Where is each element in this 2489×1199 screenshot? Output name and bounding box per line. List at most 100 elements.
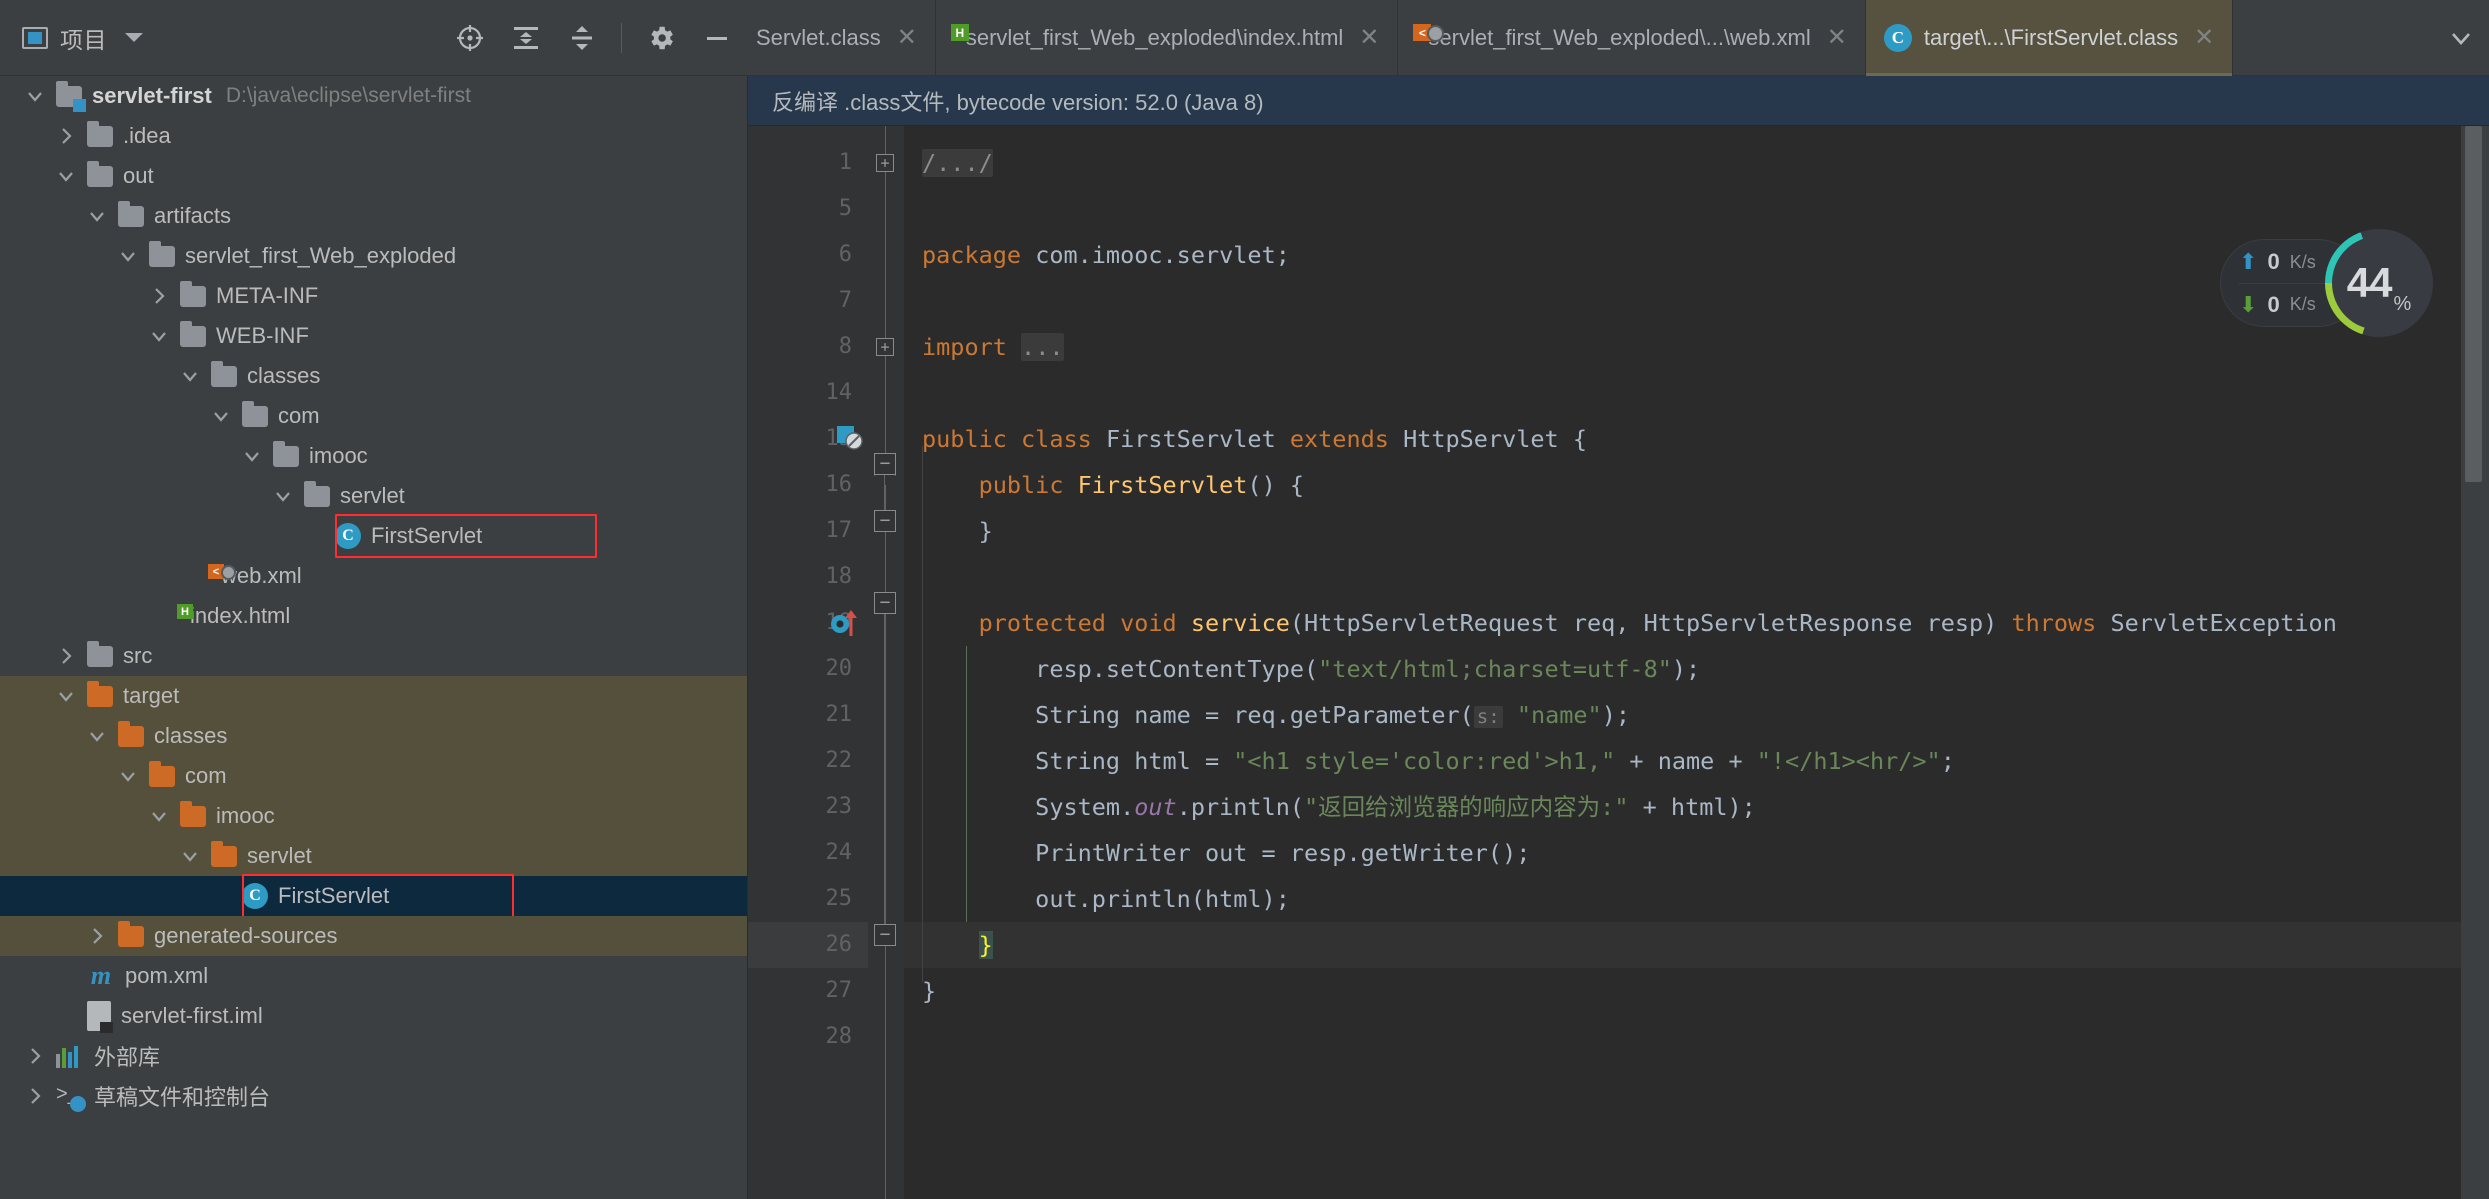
folded-imports[interactable]: ... [1021,333,1064,361]
scrollbar-thumb[interactable] [2465,126,2482,482]
chevron-down-icon[interactable] [115,245,141,267]
close-icon[interactable]: ✕ [1355,26,1383,50]
tree-node-外部库[interactable]: 外部库 [0,1036,747,1076]
chevron-right-icon[interactable] [53,645,79,667]
chevron-down-icon[interactable] [239,445,265,467]
tab-web-xml[interactable]: < servlet_first_Web_exploded\...\web.xml… [1398,0,1866,76]
line-number-gutter[interactable]: 15678141516171819202122232425262728 [748,126,868,1199]
project-title-group[interactable]: 项目 [0,21,143,55]
code-line-17[interactable]: } [904,508,993,554]
expand-all-icon[interactable] [509,21,543,55]
chevron-down-icon[interactable] [177,845,203,867]
line-number[interactable]: 8 [839,324,852,370]
code-line-21[interactable]: String name = req.getParameter(s: "name"… [904,692,1630,738]
code-line-19[interactable]: protected void service(HttpServletReques… [904,600,2337,646]
tab-index-html[interactable]: H servlet_first_Web_exploded\index.html … [936,0,1399,76]
code-folding-column[interactable]: + + − − − − [868,126,904,1199]
tree-node-generated-sources[interactable]: generated-sources [0,916,747,956]
chevron-down-icon[interactable] [208,405,234,427]
fold-collapse-icon[interactable]: − [874,510,896,532]
line-number[interactable]: 28 [826,1014,853,1060]
line-number[interactable]: 16 [826,462,853,508]
chevron-down-icon[interactable] [84,725,110,747]
tree-node-meta-inf[interactable]: META-INF [0,276,747,316]
chevron-right-icon[interactable] [84,925,110,947]
tree-node-servlet-first-iml[interactable]: servlet-first.iml [0,996,747,1036]
chevron-down-icon[interactable] [177,365,203,387]
settings-gear-icon[interactable] [644,21,678,55]
line-number[interactable]: 22 [826,738,853,784]
close-icon[interactable]: ✕ [2190,26,2218,50]
close-icon[interactable]: ✕ [1823,26,1851,50]
tree-node--idea[interactable]: .idea [0,116,747,156]
chevron-down-icon[interactable] [22,85,48,107]
line-number[interactable]: 21 [826,692,853,738]
tree-node-index-html[interactable]: Hindex.html [0,596,747,636]
tree-node-servlet-first[interactable]: servlet-first D:\java\eclipse\servlet-fir… [0,76,747,116]
chevron-down-icon[interactable] [146,805,172,827]
chevron-down-icon[interactable] [125,33,143,42]
line-number[interactable]: 5 [839,186,852,232]
tree-node-artifacts[interactable]: artifacts [0,196,747,236]
chevron-down-icon[interactable] [2433,0,2489,75]
tree-node-target[interactable]: target [0,676,747,716]
line-number[interactable]: 6 [839,232,852,278]
chevron-down-icon[interactable] [53,685,79,707]
tree-node-web-inf[interactable]: WEB-INF [0,316,747,356]
fold-collapse-icon[interactable]: − [874,924,896,946]
tree-node-servlet_first_web_exploded[interactable]: servlet_first_Web_exploded [0,236,747,276]
fold-expand-icon[interactable]: + [876,154,894,172]
code-line-22[interactable]: String html = "<h1 style='color:red'>h1,… [904,738,1955,784]
hide-panel-icon[interactable] [700,21,734,55]
tree-node-com[interactable]: com [0,396,747,436]
line-number[interactable]: 26 [826,922,853,968]
line-number[interactable]: 7 [839,278,852,324]
line-number[interactable]: 18 [826,554,853,600]
code-line-23[interactable]: System.out.println("返回给浏览器的响应内容为:" + htm… [904,784,1756,830]
chevron-right-icon[interactable] [53,125,79,147]
line-number[interactable]: 24 [826,830,853,876]
code-line-24[interactable]: PrintWriter out = resp.getWriter(); [904,830,1530,876]
editor-scrollbar[interactable] [2461,126,2489,1199]
line-number[interactable]: 25 [826,876,853,922]
folded-comment[interactable]: /.../ [922,149,993,177]
code-line-20[interactable]: resp.setContentType("text/html;charset=u… [904,646,1700,692]
fold-expand-icon[interactable]: + [876,338,894,356]
implemented-method-marker-icon[interactable] [836,424,866,454]
line-number[interactable]: 17 [826,508,853,554]
chevron-right-icon[interactable] [146,285,172,307]
tree-node-firstservlet[interactable]: C FirstServlet [0,516,747,556]
chevron-right-icon[interactable] [22,1085,48,1107]
chevron-down-icon[interactable] [115,765,141,787]
code-line-27[interactable]: } [904,968,936,1014]
tree-node-pom-xml[interactable]: m pom.xml [0,956,747,996]
tab-firstservlet-class[interactable]: C target\...\FirstServlet.class ✕ [1865,0,2234,76]
tree-node-imooc[interactable]: imooc [0,436,747,476]
tree-node-web-xml[interactable]: < web.xml [0,556,747,596]
chevron-down-icon[interactable] [146,325,172,347]
locate-icon[interactable] [453,21,487,55]
status-performance-widget[interactable]: ⬆ 0 K/s ⬇ 0 K/s 44 % [2221,229,2433,337]
tree-node-servlet[interactable]: servlet [0,476,747,516]
line-number[interactable]: 27 [826,968,853,1014]
cpu-usage-dial[interactable]: 44 % [2325,229,2433,337]
tree-node-out[interactable]: out [0,156,747,196]
tree-node-草稿文件和控制台[interactable]: >_ 草稿文件和控制台 [0,1076,747,1116]
code-line-15[interactable]: public class FirstServlet extends HttpSe… [904,416,1587,462]
chevron-down-icon[interactable] [270,485,296,507]
code-line-26[interactable]: } [904,922,993,968]
line-number[interactable]: 1 [839,140,852,186]
code-line-8[interactable]: import ... [904,324,1064,370]
project-tree[interactable]: servlet-first D:\java\eclipse\servlet-fir… [0,76,748,1199]
tree-node-imooc[interactable]: imooc [0,796,747,836]
code-line-25[interactable]: out.println(html); [904,876,1290,922]
tree-node-classes[interactable]: classes [0,716,747,756]
collapse-all-icon[interactable] [565,21,599,55]
chevron-right-icon[interactable] [22,1045,48,1067]
code-line-1[interactable]: /.../ [904,140,993,186]
code-line-6[interactable]: package com.imooc.servlet; [904,232,1290,278]
line-number[interactable]: 20 [826,646,853,692]
chevron-down-icon[interactable] [53,165,79,187]
fold-collapse-icon[interactable]: − [874,592,896,614]
tree-node-firstservlet[interactable]: C FirstServlet [0,876,747,916]
